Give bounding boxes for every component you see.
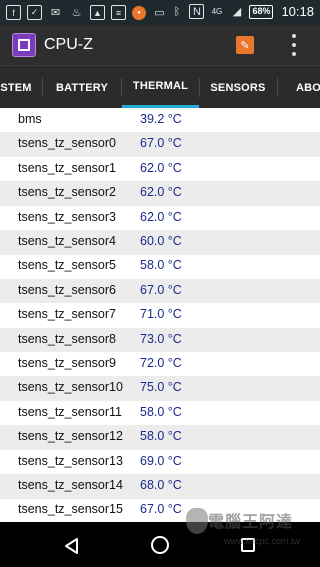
sensor-value: 67.0 °C bbox=[140, 282, 182, 297]
sensor-name: bms bbox=[18, 112, 42, 126]
sensor-name: tsens_tz_sensor15 bbox=[18, 502, 123, 517]
validate-icon: ✎ bbox=[240, 39, 250, 52]
sensor-name: tsens_tz_sensor1 bbox=[18, 160, 116, 175]
app-bar: CPU-Z ✎ bbox=[0, 25, 320, 65]
sensor-name: tsens_tz_sensor7 bbox=[18, 307, 116, 322]
sensor-value: 39.2 °C bbox=[140, 112, 182, 126]
sensor-value: 72.0 °C bbox=[140, 356, 182, 370]
sensor-value: 58.0 °C bbox=[140, 429, 182, 444]
tv-icon: ▭ bbox=[154, 7, 165, 19]
tab-sensors[interactable]: SENSORS bbox=[200, 66, 276, 108]
validate-button[interactable]: ✎ bbox=[236, 36, 254, 54]
checkbox-icon: ✓ bbox=[27, 5, 42, 20]
app-badge-icon: ● bbox=[132, 5, 146, 20]
sensor-name: tsens_tz_sensor12 bbox=[18, 429, 123, 444]
list-item: tsens_tz_sensor1 62.0 °C bbox=[0, 157, 320, 182]
list-item: tsens_tz_sensor5 58.0 °C bbox=[0, 254, 320, 279]
gallery-icon: ▲ bbox=[90, 5, 105, 20]
sensor-value: 68.0 °C bbox=[140, 478, 182, 492]
sensor-value: 58.0 °C bbox=[140, 258, 182, 273]
dot-icon bbox=[292, 34, 296, 38]
list-item: tsens_tz_sensor9 72.0 °C bbox=[0, 352, 320, 377]
list-item: bms 39.2 °C bbox=[0, 108, 320, 133]
list-item: tsens_tz_sensor14 68.0 °C bbox=[0, 474, 320, 499]
sensor-value: 62.0 °C bbox=[140, 160, 182, 175]
dot-icon bbox=[292, 52, 296, 56]
clock: 10:18 bbox=[281, 4, 314, 19]
sensor-name: tsens_tz_sensor3 bbox=[18, 209, 116, 224]
sensor-value: 71.0 °C bbox=[140, 307, 182, 322]
thermal-list[interactable]: bms 39.2 °C tsens_tz_sensor0 67.0 °C tsens_t… bbox=[0, 108, 320, 522]
overflow-menu-button[interactable] bbox=[290, 34, 298, 56]
sensor-value: 67.0 °C bbox=[140, 136, 182, 151]
sensor-value: 62.0 °C bbox=[140, 209, 182, 224]
signal-icon: ◢ bbox=[232, 6, 242, 18]
cpu-chip-icon bbox=[12, 33, 36, 57]
sensor-value: 75.0 °C bbox=[140, 380, 182, 395]
sensor-name: tsens_tz_sensor10 bbox=[18, 380, 123, 395]
app-title: CPU-Z bbox=[44, 36, 93, 53]
mascot-icon bbox=[186, 508, 208, 534]
sensor-value: 67.0 °C bbox=[140, 502, 182, 517]
dot-icon bbox=[292, 43, 296, 47]
sensor-name: tsens_tz_sensor14 bbox=[18, 478, 123, 492]
nfc-icon: N bbox=[189, 4, 205, 19]
sensor-value: 62.0 °C bbox=[140, 185, 182, 200]
watermark-text: 電腦王阿達 bbox=[208, 512, 294, 531]
sensor-name: tsens_tz_sensor2 bbox=[18, 185, 116, 200]
tab-about[interactable]: ABO bbox=[282, 66, 320, 108]
sensor-name: tsens_tz_sensor13 bbox=[18, 453, 123, 468]
sensor-name: tsens_tz_sensor5 bbox=[18, 258, 116, 273]
battery-indicator: 68% bbox=[249, 4, 274, 19]
list-item: tsens_tz_sensor6 67.0 °C bbox=[0, 278, 320, 304]
tab-divider bbox=[277, 78, 278, 97]
list-item: tsens_tz_sensor2 62.0 °C bbox=[0, 181, 320, 206]
sensor-value: 73.0 °C bbox=[140, 331, 182, 346]
notification-icons: f ✓ ✉ ♨ ▲ ≡ ● ▭ bbox=[6, 5, 167, 20]
list-item: tsens_tz_sensor0 67.0 °C bbox=[0, 132, 320, 157]
network-type: 4G bbox=[211, 7, 223, 16]
back-icon[interactable] bbox=[63, 537, 79, 555]
home-icon[interactable] bbox=[151, 536, 169, 554]
sensor-name: tsens_tz_sensor0 bbox=[18, 136, 116, 151]
list-item: tsens_tz_sensor11 58.0 °C bbox=[0, 401, 320, 426]
sensor-value: 60.0 °C bbox=[140, 234, 182, 248]
status-bar: f ✓ ✉ ♨ ▲ ≡ ● ▭ ᛒ N 4G ◢ 68% 10:18 bbox=[0, 0, 320, 25]
facebook-icon: f bbox=[6, 5, 21, 20]
sensor-value: 58.0 °C bbox=[140, 404, 182, 419]
tab-bar: STEM BATTERY THERMAL SENSORS ABO bbox=[0, 65, 320, 108]
fire-icon: ♨ bbox=[71, 7, 82, 19]
list-item: tsens_tz_sensor7 71.0 °C bbox=[0, 303, 320, 328]
note-icon: ≡ bbox=[111, 5, 126, 20]
sensor-name: tsens_tz_sensor6 bbox=[18, 282, 116, 297]
list-item: tsens_tz_sensor12 58.0 °C bbox=[0, 425, 320, 450]
list-item: tsens_tz_sensor13 69.0 °C bbox=[0, 450, 320, 475]
sensor-name: tsens_tz_sensor9 bbox=[18, 356, 116, 370]
tab-system[interactable]: STEM bbox=[0, 66, 42, 108]
bluetooth-icon: ᛒ bbox=[173, 5, 181, 18]
list-item: tsens_tz_sensor4 60.0 °C bbox=[0, 230, 320, 255]
watermark: 電腦王阿達 www.kocpc.com.tw bbox=[186, 500, 320, 560]
sensor-name: tsens_tz_sensor8 bbox=[18, 331, 116, 346]
tab-thermal[interactable]: THERMAL bbox=[122, 66, 199, 108]
sensor-value: 69.0 °C bbox=[140, 453, 182, 468]
mail-icon: ✉ bbox=[50, 7, 61, 19]
list-item: tsens_tz_sensor3 62.0 °C bbox=[0, 206, 320, 231]
system-status: ᛒ N 4G ◢ 68% 10:18 bbox=[169, 4, 314, 19]
tab-battery[interactable]: BATTERY bbox=[43, 66, 121, 108]
list-item: tsens_tz_sensor8 73.0 °C bbox=[0, 327, 320, 353]
watermark-url: www.kocpc.com.tw bbox=[224, 536, 301, 546]
sensor-name: tsens_tz_sensor4 bbox=[18, 234, 116, 248]
list-item: tsens_tz_sensor10 75.0 °C bbox=[0, 376, 320, 401]
sensor-name: tsens_tz_sensor11 bbox=[18, 404, 122, 419]
